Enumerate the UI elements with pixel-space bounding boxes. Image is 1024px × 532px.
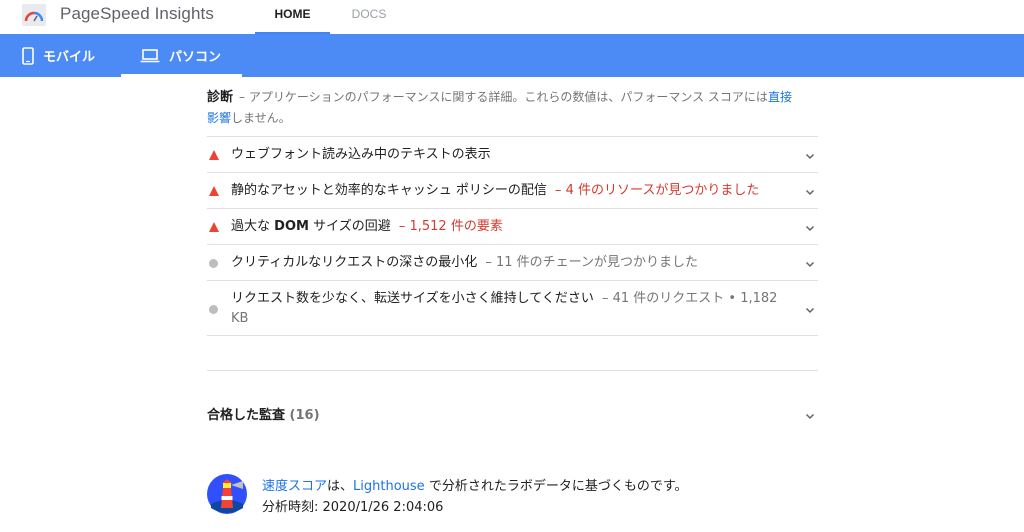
tab-mobile[interactable]: モバイル xyxy=(22,34,95,77)
laptop-icon xyxy=(140,48,160,62)
passed-audits-title: 合格した監査 (16) xyxy=(207,404,320,423)
audit-row[interactable]: クリティカルなリクエストの深さの最小化 – 11 件のチェーンが見つかりました xyxy=(207,244,818,280)
smartphone-icon xyxy=(22,46,34,65)
diagnostics-title: 診断 xyxy=(207,90,234,105)
audit-detail: – 11 件のチェーンが見つかりました xyxy=(485,255,699,270)
tab-home[interactable]: HOME xyxy=(255,0,330,34)
pagespeed-gauge-icon[interactable] xyxy=(22,4,46,26)
audit-text: 静的なアセットと効率的なキャッシュ ポリシーの配信 – 4 件のリソースが見つか… xyxy=(231,181,759,201)
audit-title-pre: 過大な xyxy=(231,219,271,234)
chevron-down-icon[interactable] xyxy=(804,222,816,234)
lighthouse-icon xyxy=(207,474,247,514)
fail-triangle-icon xyxy=(209,186,219,196)
audit-title: 静的なアセットと効率的なキャッシュ ポリシーの配信 xyxy=(231,183,547,198)
lighthouse-link[interactable]: Lighthouse xyxy=(353,479,425,494)
audit-title: クリティカルなリクエストの深さの最小化 xyxy=(231,255,478,270)
audit-title-post: サイズの回避 xyxy=(313,219,391,234)
audit-text: ウェブフォント読み込み中のテキストの表示 xyxy=(231,145,491,165)
top-app-bar: PageSpeed Insights HOME DOCS xyxy=(0,0,1024,34)
audit-row[interactable]: リクエスト数を少なく、転送サイズを小さく維持してください – 41 件のリクエス… xyxy=(207,280,818,336)
chevron-down-icon[interactable] xyxy=(804,186,816,198)
device-tab-bar: モバイル パソコン xyxy=(0,34,1024,77)
audit-row[interactable]: 過大な DOM サイズの回避 – 1,512 件の要素 xyxy=(207,208,818,244)
footer-line-1: 速度スコアは、Lighthouse で分析されたラボデータに基づくものです。 xyxy=(262,475,688,494)
fail-triangle-icon xyxy=(209,222,219,232)
audit-title: ウェブフォント読み込み中のテキストの表示 xyxy=(231,147,491,162)
footer-text-rest: で分析されたラボデータに基づくものです。 xyxy=(428,479,688,494)
chevron-down-icon[interactable] xyxy=(804,304,816,316)
chevron-down-icon[interactable] xyxy=(804,410,816,422)
analysis-time: 分析時刻: 2020/1/26 2:04:06 xyxy=(262,500,444,515)
audit-title-strong: DOM xyxy=(274,219,309,234)
audit-title: リクエスト数を少なく、転送サイズを小さく維持してください xyxy=(231,291,594,306)
tab-mobile-label: モバイル xyxy=(43,50,96,65)
audit-detail: – 41 件のリクエスト • 1,182 xyxy=(601,291,778,306)
info-circle-icon xyxy=(209,259,218,268)
chevron-down-icon[interactable] xyxy=(804,258,816,270)
audit-detail-unit: KB xyxy=(231,311,249,326)
speed-score-link[interactable]: 速度スコア xyxy=(262,479,327,494)
diagnostics-link-direct[interactable]: 直接 xyxy=(768,90,792,104)
audit-row[interactable]: ウェブフォント読み込み中のテキストの表示 xyxy=(207,136,818,172)
diagnostics-link-impact[interactable]: 影響 xyxy=(207,111,231,125)
audit-row[interactable]: 静的なアセットと効率的なキャッシュ ポリシーの配信 – 4 件のリソースが見つか… xyxy=(207,172,818,208)
diagnostics-description-suffix: しません。 xyxy=(231,111,291,125)
tab-docs[interactable]: DOCS xyxy=(339,0,399,34)
passed-audits-count: (16) xyxy=(289,408,320,423)
info-circle-icon xyxy=(209,305,218,314)
diagnostics-description: – アプリケーションのパフォーマンスに関する詳細。これらの数値は、パフォーマンス… xyxy=(239,90,768,104)
tab-desktop[interactable]: パソコン xyxy=(140,34,221,77)
audit-detail: – 4 件のリソースが見つかりました xyxy=(555,183,760,198)
audit-text: クリティカルなリクエストの深さの最小化 – 11 件のチェーンが見つかりました xyxy=(231,253,698,273)
tab-docs-label: DOCS xyxy=(351,7,387,21)
lighthouse-footer: 速度スコアは、Lighthouse で分析されたラボデータに基づくものです。 分… xyxy=(207,474,827,518)
tab-home-label: HOME xyxy=(274,7,311,21)
audit-text: リクエスト数を少なく、転送サイズを小さく維持してください – 41 件のリクエス… xyxy=(231,289,801,329)
tab-desktop-label: パソコン xyxy=(169,50,222,65)
passed-audits-section[interactable]: 合格した監査 (16) xyxy=(207,370,818,423)
footer-text-wa: は、 xyxy=(327,479,354,494)
audit-detail: – 1,512 件の要素 xyxy=(398,219,503,234)
diagnostics-header: 診断 – アプリケーションのパフォーマンスに関する詳細。これらの数値は、パフォーマ… xyxy=(207,87,807,128)
tab-desktop-active-indicator xyxy=(121,74,242,77)
app-title[interactable]: PageSpeed Insights xyxy=(60,4,214,24)
chevron-down-icon[interactable] xyxy=(804,150,816,162)
passed-audits-label: 合格した監査 xyxy=(207,408,286,423)
fail-triangle-icon xyxy=(209,150,219,160)
audit-text: 過大な DOM サイズの回避 – 1,512 件の要素 xyxy=(231,217,503,237)
